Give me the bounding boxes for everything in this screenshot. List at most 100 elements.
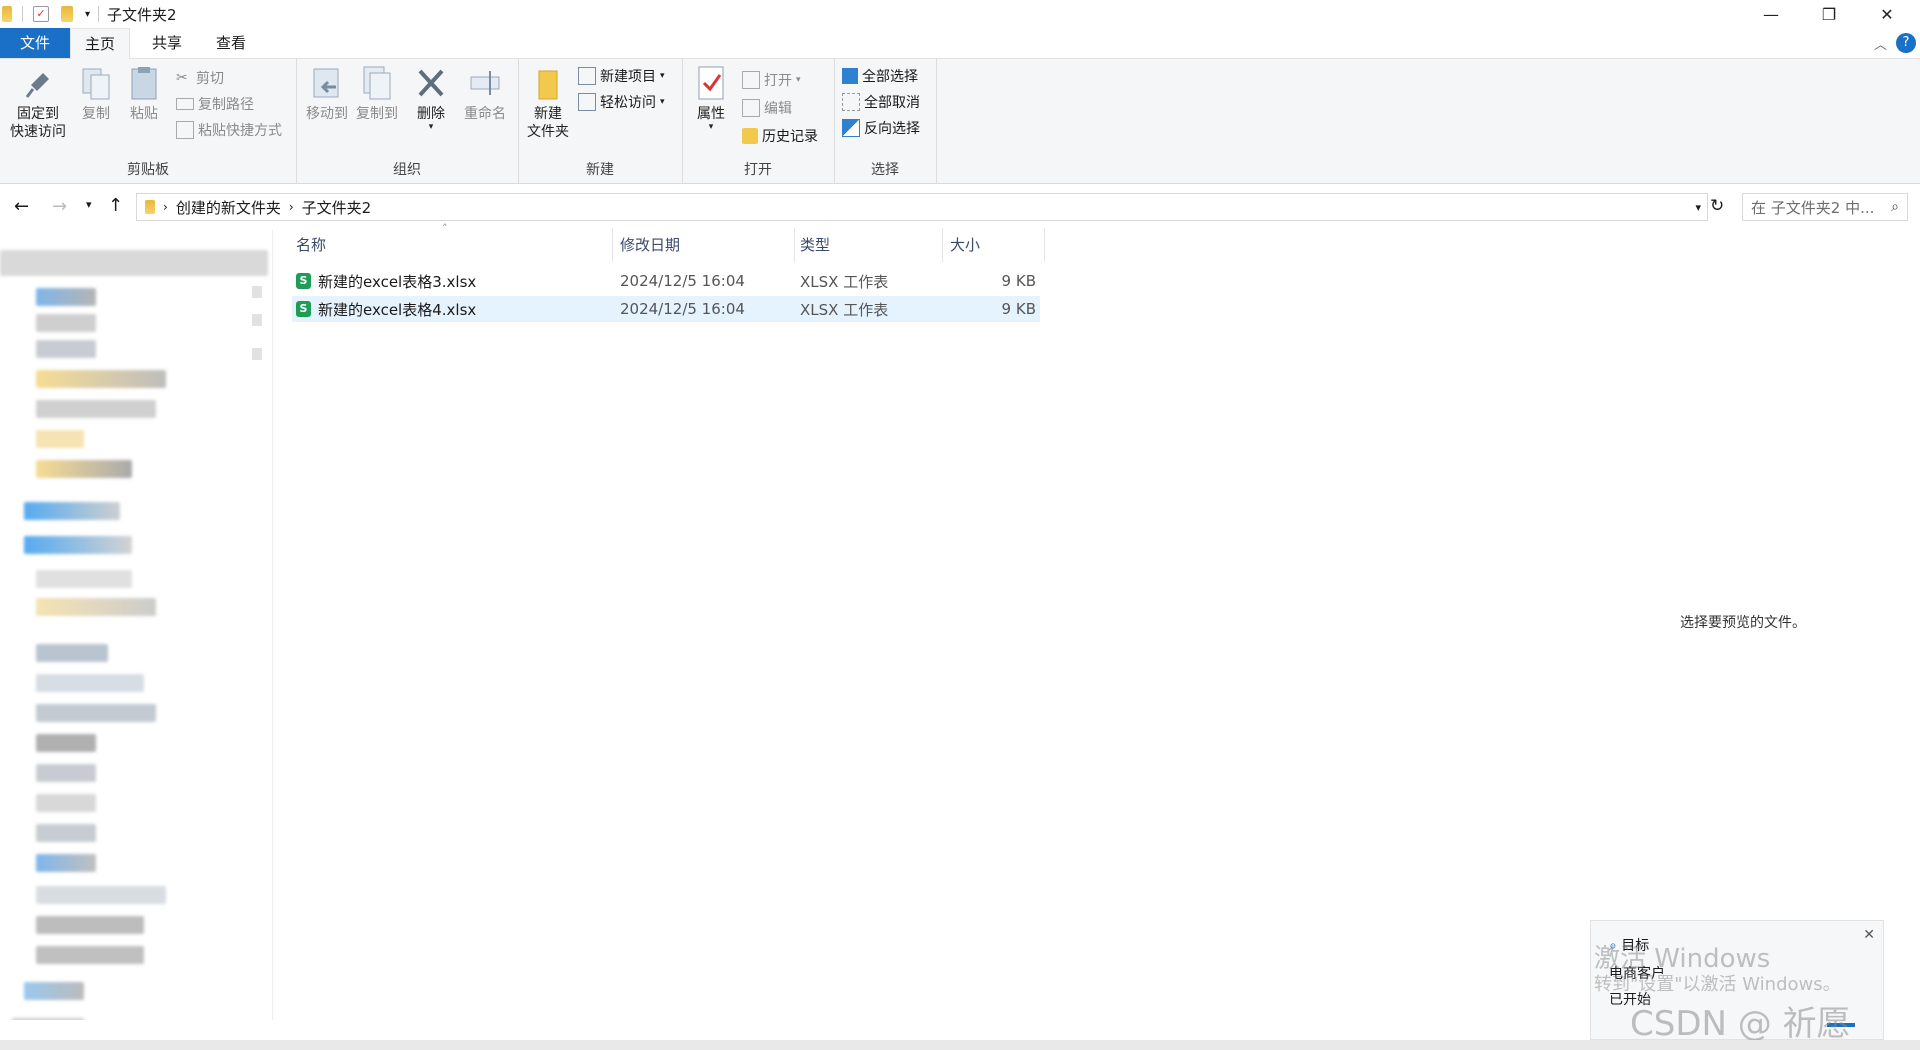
cut-button[interactable]: ✂ 剪切 (176, 67, 224, 89)
nav-item[interactable] (0, 250, 268, 276)
edit-button[interactable]: 编辑 (742, 97, 792, 119)
tab-view[interactable]: 查看 (202, 28, 260, 58)
copy-icon (79, 65, 113, 101)
nav-item[interactable] (36, 644, 108, 662)
paste-icon (127, 65, 161, 101)
properties-icon (694, 65, 728, 101)
file-row-selected[interactable]: S 新建的excel表格4.xlsx 2024/12/5 16:04 XLSX … (292, 296, 1040, 322)
invert-selection-button[interactable]: 反向选择 (842, 117, 920, 139)
nav-item[interactable] (24, 982, 84, 1000)
nav-item[interactable] (36, 854, 96, 872)
tab-home[interactable]: 主页 (70, 28, 131, 60)
copy-path-icon (176, 98, 194, 110)
breadcrumb-separator-icon[interactable]: › (289, 200, 294, 214)
column-header-type[interactable]: 类型 (800, 228, 830, 262)
pin-quick-access-button[interactable]: 固定到 快速访问 (6, 65, 70, 141)
search-input[interactable]: 在 子文件夹2 中... ⌕ (1742, 193, 1908, 221)
breadcrumb-separator-icon[interactable]: › (163, 200, 168, 214)
file-name[interactable]: 新建的excel表格3.xlsx (318, 271, 476, 292)
delete-button[interactable]: 删除 ▾ (414, 65, 448, 132)
select-none-button[interactable]: 全部取消 (842, 91, 920, 113)
collapse-ribbon-icon[interactable]: ︿ (1874, 34, 1887, 53)
copy-button[interactable]: 复制 (76, 65, 116, 123)
nav-item[interactable] (12, 1018, 84, 1020)
properties-button[interactable]: 属性 ▾ (692, 65, 730, 132)
nav-item[interactable] (36, 340, 96, 358)
file-date: 2024/12/5 16:04 (620, 272, 745, 290)
file-name[interactable]: 新建的excel表格4.xlsx (318, 299, 476, 320)
column-divider[interactable] (612, 228, 613, 262)
new-item-icon (578, 67, 596, 85)
nav-item[interactable] (36, 430, 84, 448)
close-button[interactable]: ✕ (1858, 0, 1916, 28)
invert-selection-icon (842, 119, 860, 137)
file-row[interactable]: S 新建的excel表格3.xlsx 2024/12/5 16:04 XLSX … (292, 268, 1040, 294)
open-group: 属性 ▾ 打开 ▾ 编辑 历史记录 打开 (682, 59, 835, 183)
nav-item[interactable] (36, 598, 156, 616)
paste-button[interactable]: 粘贴 (124, 65, 164, 123)
history-icon (742, 128, 758, 144)
column-header-name[interactable]: 名称 (296, 228, 326, 262)
column-divider[interactable] (794, 228, 795, 262)
up-arrow-icon[interactable]: ↑ (108, 195, 123, 216)
address-bar[interactable]: › 创建的新文件夹 › 子文件夹2 ▾ (136, 193, 1708, 221)
minimize-button[interactable]: — (1742, 0, 1800, 28)
nav-item[interactable] (36, 824, 96, 842)
customize-quick-access-icon[interactable]: ▾ (85, 9, 90, 20)
navigation-pane[interactable] (0, 230, 272, 1020)
maximize-button[interactable]: ❐ (1800, 0, 1858, 28)
forward-arrow-icon[interactable]: → (52, 196, 67, 217)
file-size: 9 KB (1001, 272, 1036, 290)
column-divider[interactable] (1044, 228, 1045, 262)
taskbar-edge (0, 1040, 1920, 1050)
history-button[interactable]: 历史记录 (742, 125, 818, 147)
address-dropdown-icon[interactable]: ▾ (1695, 201, 1701, 214)
properties-dropdown-icon[interactable]: ▾ (692, 123, 730, 132)
select-all-button[interactable]: 全部选择 (842, 65, 918, 87)
properties-quick-icon[interactable]: ✓ (33, 6, 49, 22)
copy-path-button[interactable]: 复制路径 (176, 93, 254, 115)
toast-close-icon[interactable]: ✕ (1863, 927, 1875, 943)
nav-item[interactable] (24, 536, 132, 554)
nav-item[interactable] (36, 704, 156, 722)
column-header-date[interactable]: 修改日期 (620, 228, 680, 262)
nav-item[interactable] (36, 460, 132, 478)
new-folder-button[interactable]: 新建 文件夹 (524, 65, 572, 141)
new-item-button[interactable]: 新建项目 ▾ (578, 65, 665, 87)
tab-file[interactable]: 文件 (0, 28, 70, 58)
tab-share[interactable]: 共享 (138, 28, 196, 58)
back-arrow-icon[interactable]: ← (14, 196, 29, 217)
nav-item[interactable] (36, 288, 96, 306)
nav-item[interactable] (36, 570, 132, 588)
easy-access-button[interactable]: 轻松访问 ▾ (578, 91, 665, 113)
nav-item[interactable] (36, 794, 96, 812)
address-folder-icon (145, 200, 155, 214)
nav-item[interactable] (36, 764, 96, 782)
nav-item[interactable] (36, 946, 144, 964)
nav-item[interactable] (36, 734, 96, 752)
copy-to-button[interactable]: 复制到 (354, 65, 400, 123)
column-divider[interactable] (942, 228, 943, 262)
organize-group-label: 组织 (393, 162, 421, 178)
open-button[interactable]: 打开 ▾ (742, 69, 801, 91)
nav-item[interactable] (36, 400, 156, 418)
nav-item[interactable] (36, 370, 166, 388)
nav-item[interactable] (36, 916, 144, 934)
breadcrumb-item[interactable]: 创建的新文件夹 (176, 197, 281, 218)
column-header-size[interactable]: 大小 (950, 228, 980, 262)
refresh-icon[interactable]: ↻ (1710, 196, 1724, 216)
copy-to-icon (360, 65, 394, 101)
rename-button[interactable]: 重命名 (460, 65, 510, 123)
nav-item[interactable] (36, 674, 144, 692)
delete-dropdown-icon[interactable]: ▾ (414, 123, 448, 132)
breadcrumb-item[interactable]: 子文件夹2 (302, 197, 372, 218)
nav-item[interactable] (36, 886, 166, 904)
help-icon[interactable]: ? (1896, 33, 1916, 53)
new-folder-quick-icon[interactable] (61, 6, 73, 22)
recent-locations-icon[interactable]: ▾ (86, 198, 92, 211)
search-icon[interactable]: ⌕ (1891, 199, 1899, 215)
move-to-button[interactable]: 移动到 (304, 65, 350, 123)
paste-shortcut-button[interactable]: 粘贴快捷方式 (176, 119, 282, 141)
nav-item[interactable] (24, 502, 120, 520)
nav-item[interactable] (36, 314, 96, 332)
